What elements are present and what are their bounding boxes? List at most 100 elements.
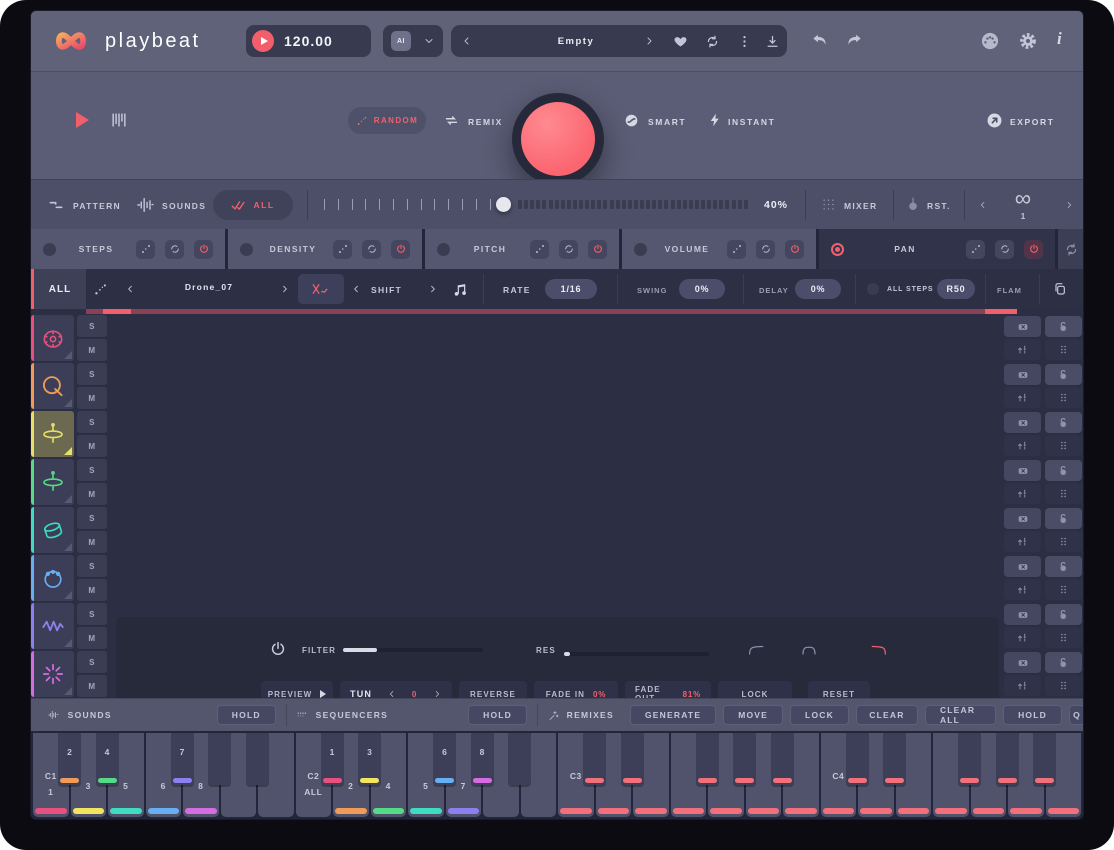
solo-button[interactable]: S xyxy=(77,459,107,481)
preset-prev-icon[interactable] xyxy=(461,35,473,47)
track-drag-cell[interactable] xyxy=(1045,339,1082,360)
tabs-refresh-cell[interactable] xyxy=(1058,229,1084,269)
param-tab-density[interactable]: DENSITY xyxy=(228,229,422,269)
bpm-display[interactable]: 120.00 xyxy=(246,25,371,57)
mute-button[interactable]: M xyxy=(77,435,107,457)
track-lock-cell[interactable] xyxy=(1045,460,1082,481)
redo-icon[interactable] xyxy=(843,31,865,51)
all-tracks-button[interactable]: ALL xyxy=(213,190,293,220)
sample-prev-icon[interactable] xyxy=(125,283,136,295)
track-lock-cell[interactable] xyxy=(1045,508,1082,529)
black-key[interactable]: 1 xyxy=(321,733,344,785)
track-corner-handle[interactable] xyxy=(64,447,72,455)
move-button[interactable]: MOVE xyxy=(723,705,783,725)
swing-value[interactable]: 0% xyxy=(679,279,725,299)
slider-handle[interactable] xyxy=(496,197,511,212)
black-key[interactable] xyxy=(996,733,1019,785)
param-tab-pan[interactable]: PAN xyxy=(819,229,1055,269)
track-cell-cymbal[interactable] xyxy=(31,459,74,505)
remix-loop-icon[interactable] xyxy=(443,112,460,129)
all-tracks-cell[interactable]: ALL xyxy=(34,269,86,309)
track-corner-handle[interactable] xyxy=(64,591,72,599)
track-filter-settings-cell[interactable] xyxy=(1004,339,1041,360)
tab-dice-button[interactable] xyxy=(966,240,985,259)
track-clear-sample-cell[interactable] xyxy=(1004,556,1041,577)
clear-all-button[interactable]: CLEAR ALL xyxy=(925,705,996,725)
bpm-value[interactable]: 120.00 xyxy=(284,33,333,49)
track-clear-sample-cell[interactable] xyxy=(1004,508,1041,529)
track-corner-handle[interactable] xyxy=(64,399,72,407)
midi-icon[interactable] xyxy=(979,30,1001,52)
smart-label[interactable]: SMART xyxy=(648,117,686,127)
tab-loop-button[interactable] xyxy=(756,240,775,259)
sample-next-icon[interactable] xyxy=(279,283,290,295)
tab-loop-button[interactable] xyxy=(165,240,184,259)
black-key[interactable] xyxy=(1033,733,1056,785)
track-lock-cell[interactable] xyxy=(1045,556,1082,577)
tab-dice-button[interactable] xyxy=(727,240,746,259)
track-cell-kick-drum[interactable] xyxy=(31,315,74,361)
track-cell-snare[interactable] xyxy=(31,363,74,409)
track-lock-cell[interactable] xyxy=(1045,316,1082,337)
mute-button[interactable]: M xyxy=(77,675,107,697)
track-cell-hi-hat[interactable] xyxy=(31,411,74,457)
smoothness-slider[interactable] xyxy=(316,180,761,230)
track-corner-handle[interactable] xyxy=(64,351,72,359)
instant-bolt-icon[interactable] xyxy=(707,111,723,129)
piano-roll-icon[interactable] xyxy=(109,110,129,130)
track-drag-cell[interactable] xyxy=(1045,579,1082,600)
main-trigger-button[interactable] xyxy=(521,102,595,176)
generate-button[interactable]: GENERATE xyxy=(630,705,716,725)
tab-pattern[interactable]: PATTERN xyxy=(73,201,121,211)
shift-right-icon[interactable] xyxy=(427,283,438,295)
tab-indicator[interactable] xyxy=(240,243,253,256)
solo-button[interactable]: S xyxy=(77,363,107,385)
track-clear-sample-cell[interactable] xyxy=(1004,364,1041,385)
tab-power-button[interactable] xyxy=(391,240,410,259)
filter-power-icon[interactable] xyxy=(269,640,287,658)
param-tab-pitch[interactable]: PITCH xyxy=(425,229,619,269)
sequencers-hold-button[interactable]: HOLD xyxy=(468,705,527,725)
black-key[interactable]: 7 xyxy=(171,733,194,785)
track-corner-handle[interactable] xyxy=(64,543,72,551)
lock-button[interactable]: LOCK xyxy=(790,705,849,725)
tab-loop-button[interactable] xyxy=(362,240,381,259)
note-value-icon[interactable] xyxy=(451,280,470,299)
loop-prev-icon[interactable] xyxy=(978,199,988,211)
black-key[interactable] xyxy=(696,733,719,785)
track-clear-sample-cell[interactable] xyxy=(1004,652,1041,673)
black-key[interactable] xyxy=(958,733,981,785)
settings-gear-icon[interactable] xyxy=(1017,30,1039,52)
filter-lowpass-icon[interactable] xyxy=(869,642,889,657)
tab-indicator[interactable] xyxy=(437,243,450,256)
infinity-loop-display[interactable]: ∞ xyxy=(1003,187,1043,210)
black-key[interactable] xyxy=(883,733,906,785)
track-drag-cell[interactable] xyxy=(1045,627,1082,648)
tab-indicator[interactable] xyxy=(634,243,647,256)
mute-button[interactable]: M xyxy=(77,483,107,505)
res-slider[interactable] xyxy=(564,652,709,656)
black-key[interactable] xyxy=(771,733,794,785)
black-key[interactable]: 4 xyxy=(96,733,119,785)
tab-loop-button[interactable] xyxy=(995,240,1014,259)
info-icon[interactable]: i xyxy=(1057,29,1062,49)
filter-bandpass-icon[interactable] xyxy=(799,642,819,657)
preset-name[interactable]: Empty xyxy=(511,36,641,47)
track-filter-settings-cell[interactable] xyxy=(1004,387,1041,408)
tab-power-button[interactable] xyxy=(785,240,804,259)
remix-label[interactable]: REMIX xyxy=(468,117,503,127)
x-mod-button[interactable] xyxy=(298,274,344,304)
black-key[interactable] xyxy=(508,733,531,785)
undo-icon[interactable] xyxy=(809,31,831,51)
mute-button[interactable]: M xyxy=(77,579,107,601)
random-button[interactable]: RANDOM xyxy=(348,107,426,134)
mixer-label[interactable]: MIXER xyxy=(844,201,877,211)
delay-value[interactable]: 0% xyxy=(795,279,841,299)
track-corner-handle[interactable] xyxy=(64,687,72,695)
pattern-icon[interactable] xyxy=(47,197,65,213)
sounds-wave-icon[interactable] xyxy=(135,195,155,215)
track-lock-cell[interactable] xyxy=(1045,364,1082,385)
track-clear-sample-cell[interactable] xyxy=(1004,604,1041,625)
clear-button[interactable]: CLEAR xyxy=(856,705,918,725)
reset-knob-icon[interactable] xyxy=(906,196,920,213)
